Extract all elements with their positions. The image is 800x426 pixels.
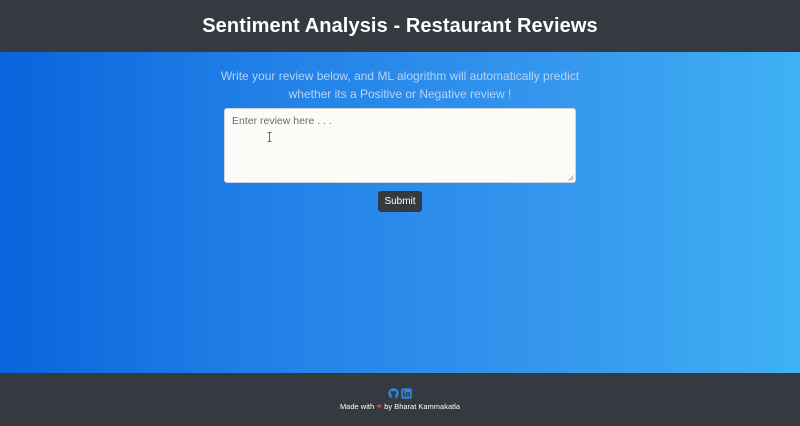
review-input[interactable]	[224, 108, 576, 183]
submit-button[interactable]: Submit	[378, 191, 422, 212]
footer-credit: Made with ❤ by Bharat Kammakatla	[0, 402, 800, 411]
page-title: Sentiment Analysis - Restaurant Reviews	[202, 14, 598, 37]
page-header: Sentiment Analysis - Restaurant Reviews	[0, 0, 800, 52]
github-icon[interactable]	[388, 386, 399, 399]
main-section: Write your review below, and ML alogrith…	[0, 52, 800, 373]
text-cursor-icon	[267, 132, 272, 142]
resize-handle-icon[interactable]	[568, 175, 574, 181]
social-links	[388, 386, 412, 399]
page-footer: Made with ❤ by Bharat Kammakatla	[0, 373, 800, 426]
heart-icon: ❤	[376, 404, 383, 411]
author-text: by Bharat Kammakatla	[384, 402, 461, 411]
subtitle: Write your review below, and ML alogrith…	[220, 69, 580, 101]
linkedin-icon[interactable]	[401, 386, 412, 399]
made-with-text: Made with	[339, 402, 375, 411]
